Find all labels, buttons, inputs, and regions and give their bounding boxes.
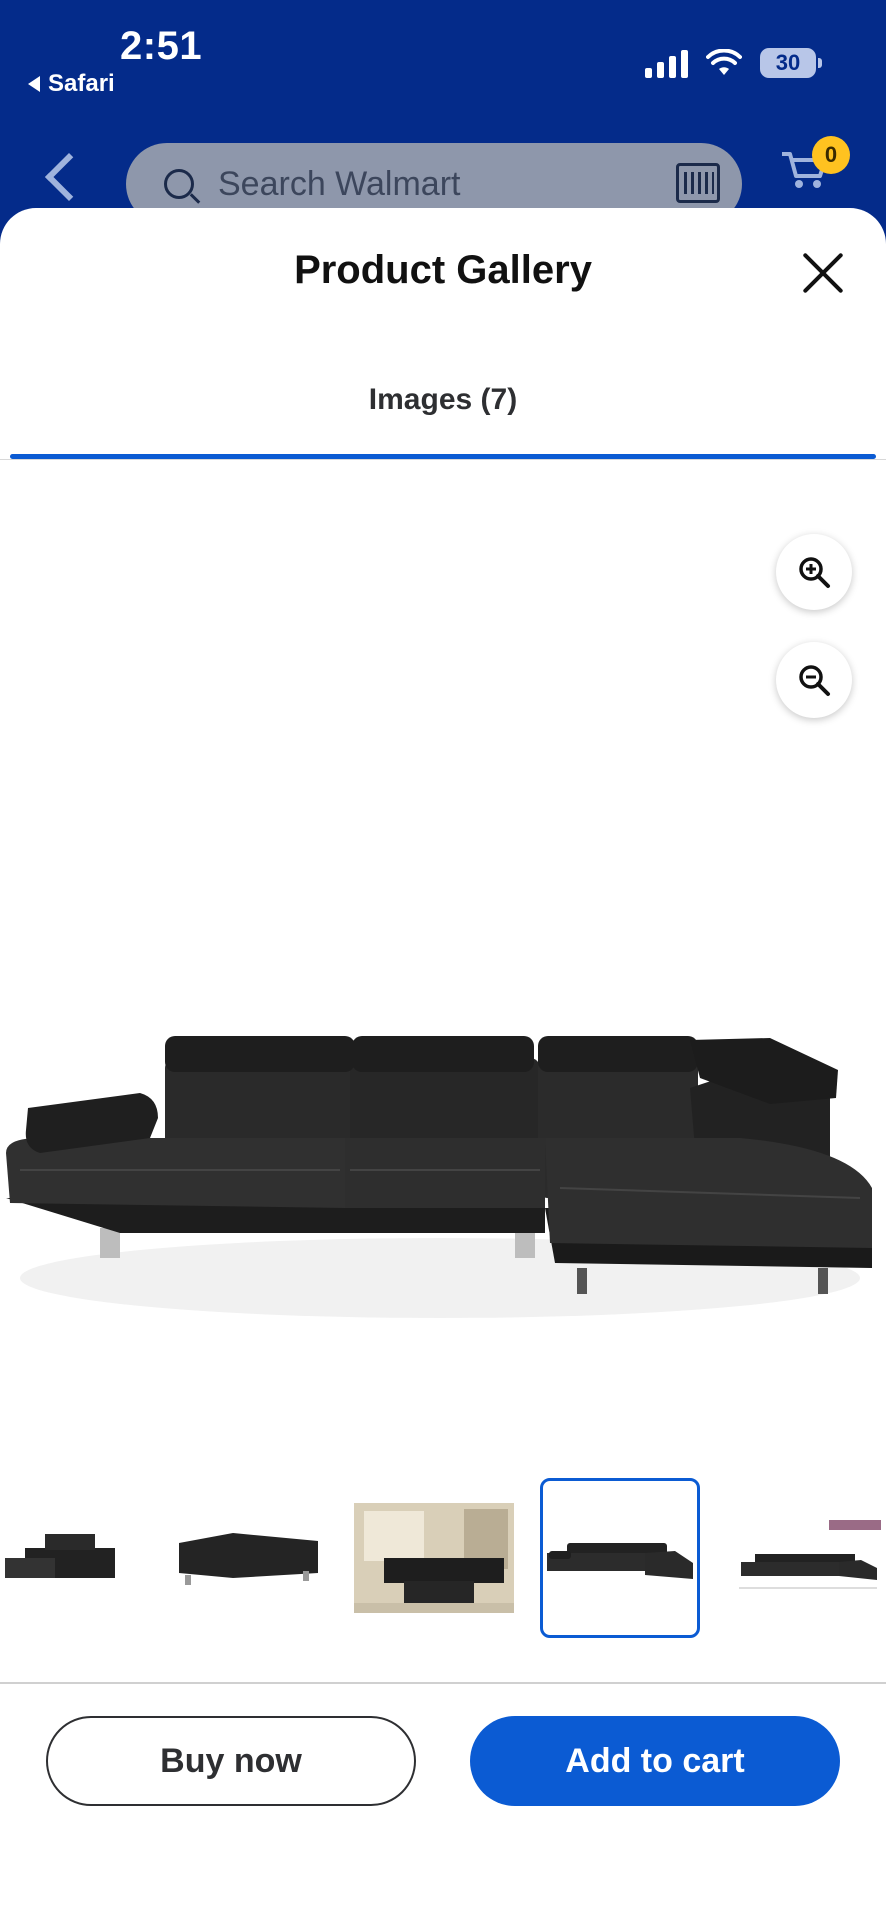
thumbnail-4-image — [547, 1543, 693, 1579]
thumbnail-5[interactable] — [726, 1478, 886, 1638]
thumbnail-2-image — [179, 1533, 318, 1585]
zoom-in-icon — [799, 557, 830, 588]
thumbnail-5-image — [739, 1520, 881, 1589]
status-time: 2:51 — [120, 24, 203, 68]
tab-images[interactable]: Images (7) — [10, 383, 876, 417]
product-gallery-sheet: Product Gallery Images (7) — [0, 208, 886, 1920]
zoom-in-button[interactable] — [776, 534, 852, 610]
cart-count-badge: 0 — [812, 136, 850, 174]
close-icon[interactable] — [800, 250, 846, 296]
tab-divider — [0, 459, 886, 460]
bottom-divider — [0, 1682, 886, 1684]
back-triangle-icon — [28, 76, 40, 92]
thumbnail-3[interactable] — [354, 1478, 514, 1638]
back-chevron-icon[interactable] — [44, 152, 94, 202]
buy-now-button[interactable]: Buy now — [46, 1716, 416, 1806]
add-to-cart-button[interactable]: Add to cart — [470, 1716, 840, 1806]
zoom-out-button[interactable] — [776, 642, 852, 718]
zoom-out-icon — [799, 665, 830, 696]
search-icon — [164, 169, 194, 199]
status-icons: 30 — [645, 48, 822, 78]
battery-level: 30 — [775, 50, 801, 75]
thumbnail-4[interactable] — [540, 1478, 700, 1638]
thumbnail-1-image — [5, 1534, 115, 1578]
thumbnail-2[interactable] — [168, 1478, 328, 1638]
back-app-label: Safari — [48, 70, 115, 97]
gallery-title: Product Gallery — [294, 248, 592, 292]
back-to-safari-link[interactable]: Safari — [28, 70, 115, 98]
thumbnail-1[interactable] — [0, 1478, 120, 1638]
search-placeholder: Search Walmart — [218, 164, 461, 203]
thumbnail-3-image — [354, 1503, 514, 1613]
cellular-signal-icon — [645, 48, 688, 78]
barcode-scan-icon[interactable] — [676, 163, 720, 203]
thumbnail-strip — [0, 1478, 886, 1638]
product-main-image[interactable] — [0, 808, 886, 1368]
battery-icon: 30 — [760, 48, 822, 78]
wifi-icon — [706, 49, 742, 75]
